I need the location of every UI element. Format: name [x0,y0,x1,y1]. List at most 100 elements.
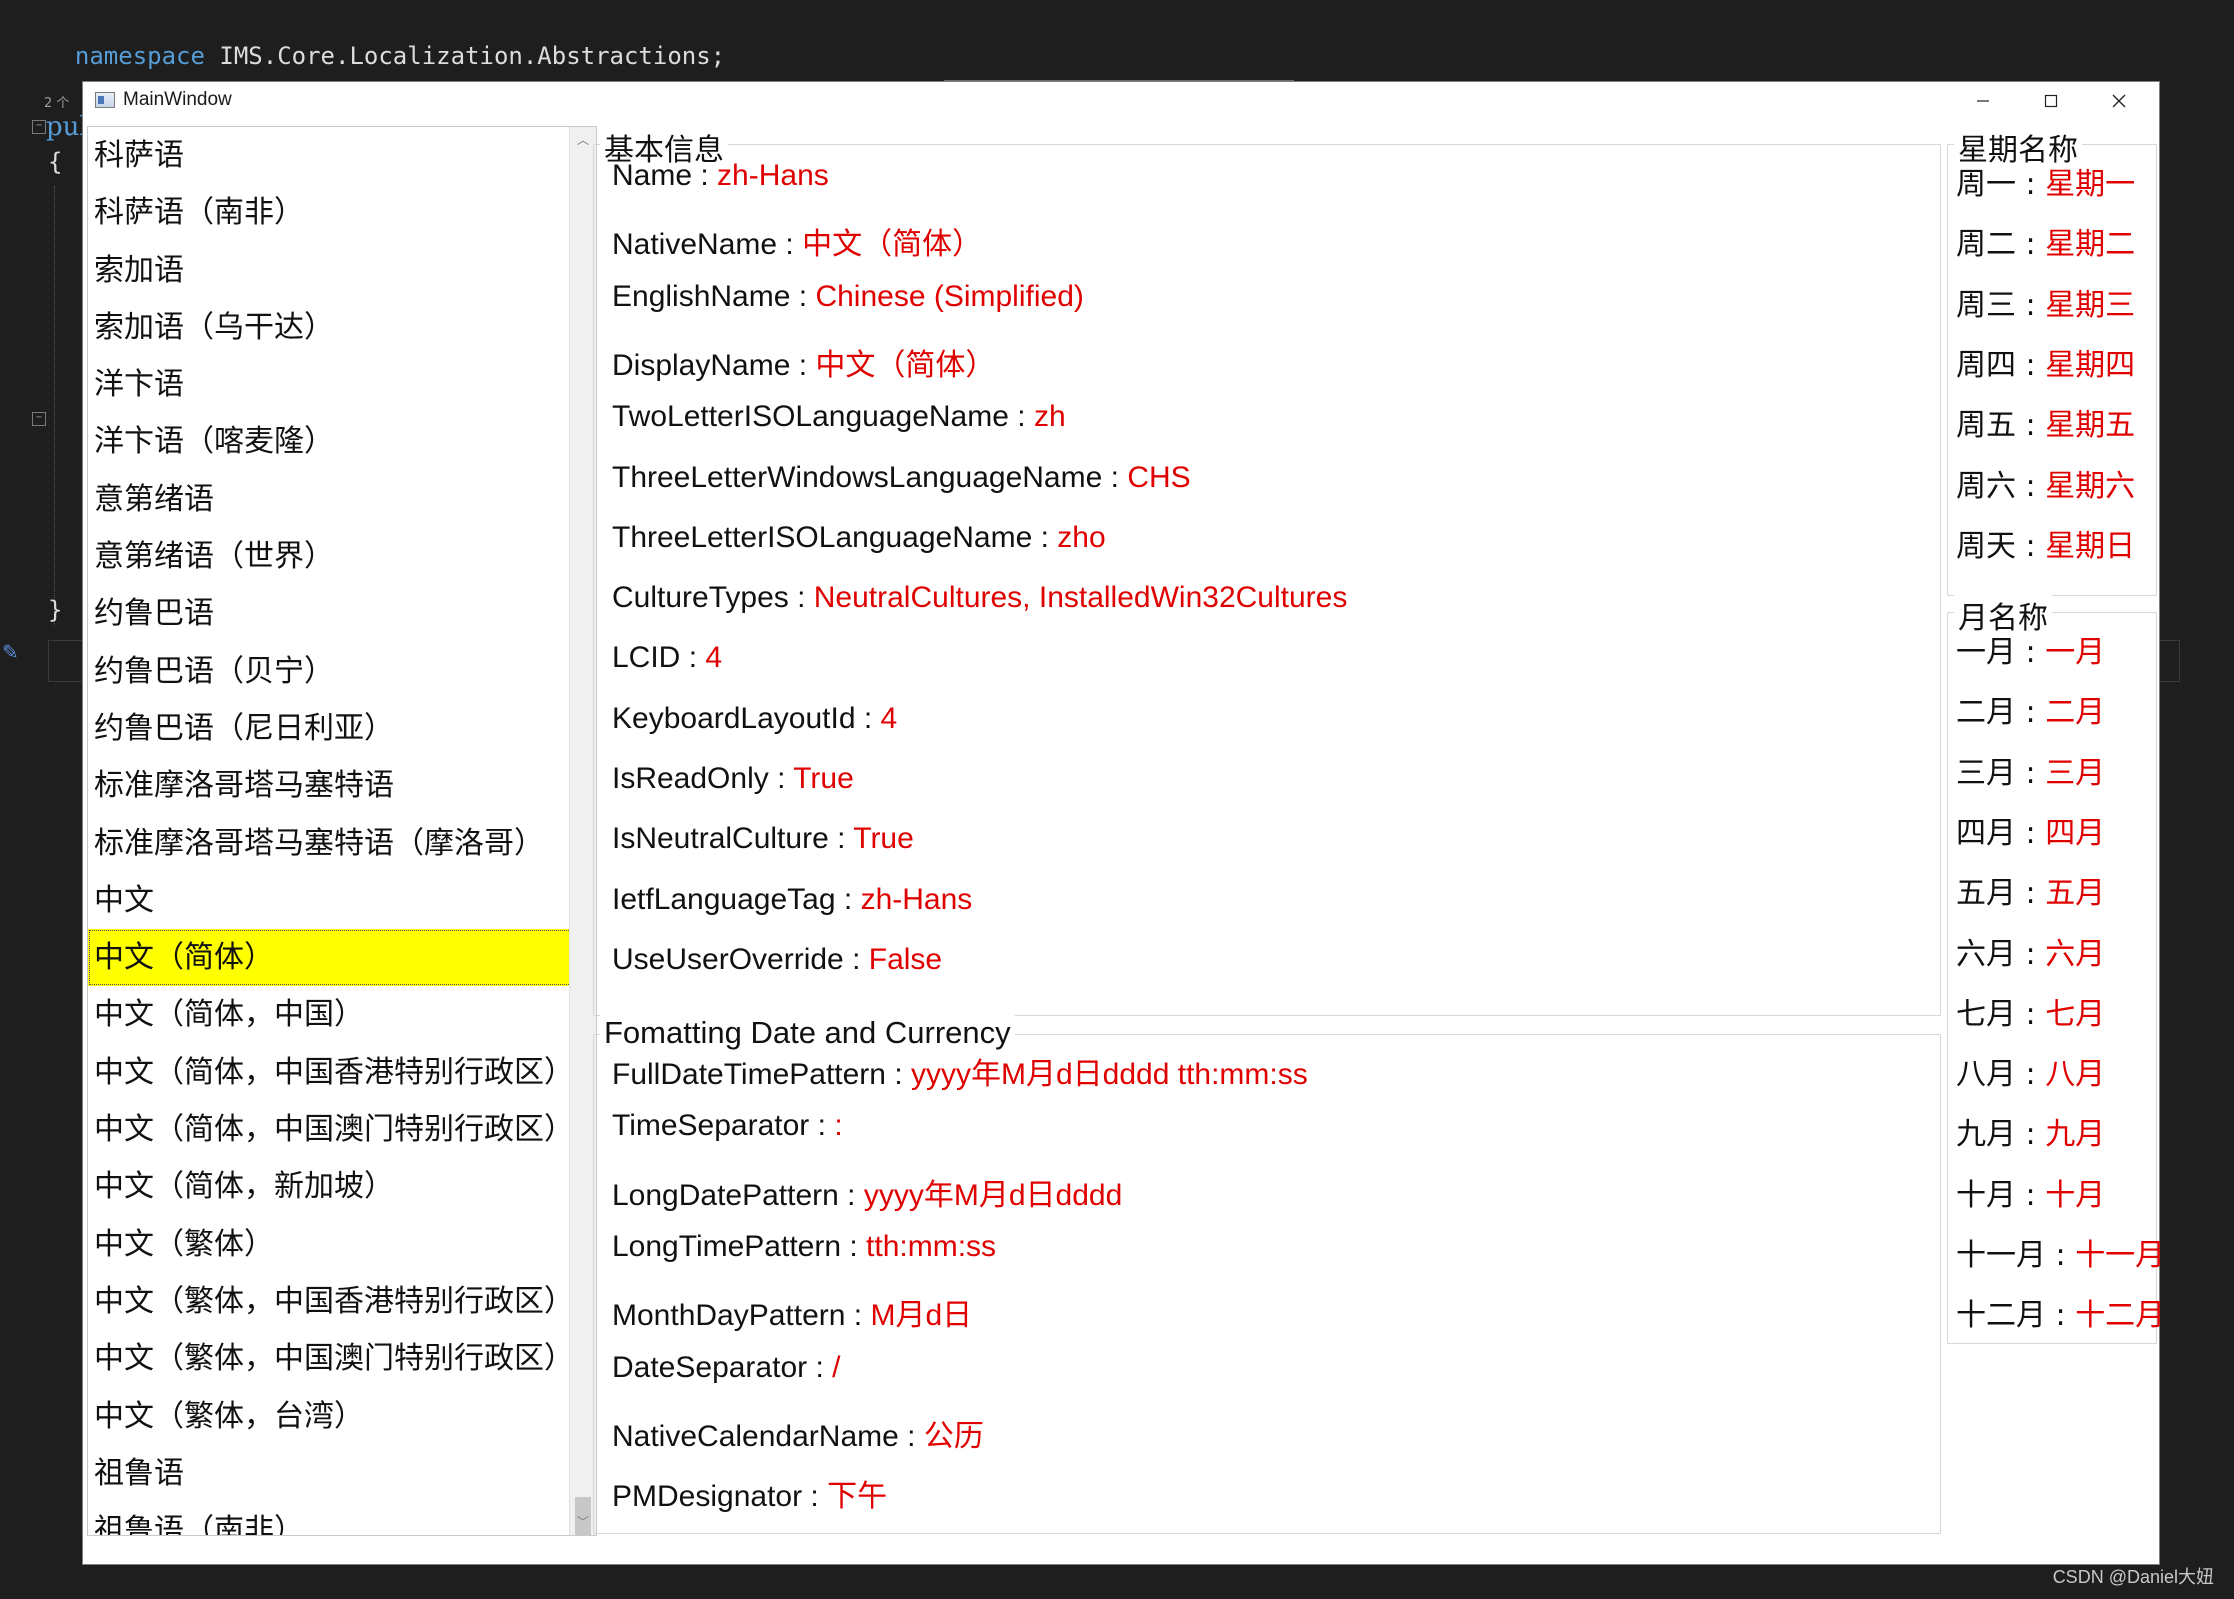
month-name-label: 八月 [1956,1057,2016,1093]
separator: : [809,1109,835,1143]
separator: : [2016,876,2046,912]
day-name-value: 星期一 [2045,167,2136,202]
title-bar[interactable]: MainWindow [83,82,2159,120]
separator: : [2016,468,2046,504]
culture-item[interactable]: 中文（繁体，中国香港特别行政区） [88,1273,596,1330]
month-names-group: 月名称 一月 : 一月 二月 : 二月 三月 : 三月 四月 : 四月 五月 : 五月六… [1947,593,2165,1344]
month-name-row: 五月 : 五月 [1956,868,2105,912]
basic-info-row: TwoLetterISOLanguageName : zh [612,400,1066,434]
culture-item[interactable]: 中文（繁体） [88,1216,596,1273]
day-name-row: 周三 : 星期三 [1956,280,2135,324]
day-name-label: 周二 [1956,227,2016,263]
close-button[interactable] [2085,82,2153,120]
namespace-keyword: namespace [74,42,205,70]
basic-info-row: IsReadOnly : True [612,762,854,796]
list-scrollbar[interactable]: ︿ ﹀ [569,127,596,1535]
month-name-row: 三月 : 三月 [1956,748,2105,792]
month-name-label: 十月 [1956,1177,2016,1213]
separator: : [1032,520,1058,554]
separator: : [802,1480,828,1514]
culture-item[interactable]: 科萨语（南非） [88,184,596,241]
culture-item[interactable]: 洋卞语（喀麦隆） [88,413,596,470]
month-name-row: 四月 : 四月 [1956,808,2105,852]
month-name-label: 十二月 [1956,1298,2046,1334]
basic-info-value: zho [1057,520,1106,554]
culture-item[interactable]: 中文 [88,872,596,929]
formatting-value: : [834,1109,843,1143]
close-brace: } [48,596,63,624]
culture-item[interactable]: 中文（简体，新加坡） [88,1158,596,1215]
culture-item[interactable]: 中文（简体，中国澳门特别行政区） [88,1101,596,1158]
culture-item[interactable]: 意第绪语 [88,471,596,528]
minimize-button[interactable] [1949,82,2017,120]
separator: : [1102,460,1128,494]
culture-item[interactable]: 标准摩洛哥塔马塞特语（摩洛哥） [88,815,596,872]
culture-item[interactable]: 中文（简体，中国香港特别行政区） [88,1044,596,1101]
culture-item[interactable]: 约鲁巴语 [88,585,596,642]
fold-collapse-icon[interactable]: − [32,120,46,134]
separator: : [838,1178,864,1212]
separator: : [2016,695,2046,731]
basic-info-label: DisplayName [612,348,791,382]
culture-item[interactable]: 祖鲁语 [88,1445,596,1502]
formatting-value: yyyy年M月d日dddd tth:mm:ss [911,1058,1308,1091]
month-name-value: 二月 [2045,695,2106,731]
separator: : [2016,1057,2046,1093]
culture-item[interactable]: 约鲁巴语（尼日利亚） [88,700,596,757]
basic-info-value: NeutralCultures, InstalledWin32Cultures [813,581,1348,615]
minimize-icon [1977,100,1989,102]
month-name-label: 九月 [1956,1117,2016,1153]
month-name-row: 十月 : 十月 [1956,1170,2105,1214]
culture-item[interactable]: 索加语 [88,242,596,299]
basic-info-row: ThreeLetterISOLanguageName : zho [612,521,1106,555]
culture-item-selected[interactable]: 中文（简体） [88,929,572,987]
formatting-label: FullDateTimePattern [612,1058,886,1091]
separator: : [2016,996,2046,1032]
month-name-value: 四月 [2045,815,2106,851]
culture-item[interactable]: 约鲁巴语（贝宁） [88,643,596,700]
fold-collapse-icon[interactable]: − [32,412,46,426]
culture-item[interactable]: 意第绪语（世界） [88,528,596,585]
basic-info-label: CultureTypes [612,581,789,615]
separator: : [2016,936,2046,972]
month-name-value: 十月 [2045,1177,2106,1213]
culture-item[interactable]: 索加语（乌干达） [88,299,596,356]
separator: : [828,822,854,856]
month-name-value: 七月 [2045,996,2106,1032]
basic-info-row: IetfLanguageTag : zh-Hans [612,883,972,917]
culture-item[interactable]: 标准摩洛哥塔马塞特语 [88,757,596,814]
day-names-group: 星期名称 周一 : 星期一 周二 : 星期二 周三 : 星期三 周四 : 星期四 周五 … [1947,125,2157,596]
basic-info-value: 4 [880,701,898,735]
culture-item[interactable]: 中文（简体，中国） [88,986,596,1043]
formatting-row: DateSeparator : / [612,1351,840,1385]
formatting-value: 公历 [923,1419,984,1453]
reference-count[interactable]: 2 个 [44,92,69,111]
basic-info-row: KeyboardLayoutId : 4 [612,702,897,736]
day-name-value: 星期二 [2045,227,2136,263]
month-name-row: 八月 : 八月 [1956,1049,2105,1093]
day-name-row: 周天 : 星期日 [1956,521,2135,565]
separator: : [777,228,803,262]
culture-item[interactable]: 科萨语 [88,127,596,184]
month-name-label: 四月 [1956,815,2016,851]
formatting-row: LongDatePattern : yyyy年M月d日dddd [612,1170,1122,1214]
separator: : [692,159,718,192]
culture-item[interactable]: 中文（繁体，台湾） [88,1388,596,1445]
basic-info-label: EnglishName [612,279,791,313]
basic-info-row: EnglishName : Chinese (Simplified) [612,280,1084,314]
basic-info-label: IsNeutralCulture [612,822,829,856]
culture-item[interactable]: 祖鲁语（南非） [88,1502,596,1535]
basic-info-value: 中文（简体） [815,348,996,382]
culture-listbox[interactable]: 科萨语 科萨语（南非） 索加语 索加语（乌干达） 洋卞语 洋卞语（喀麦隆） 意第绪语 意第绪语… [87,126,597,1536]
formatting-row: LongTimePattern : tth:mm:ss [612,1230,996,1264]
separator: : [855,701,881,735]
separator: : [2046,1298,2076,1334]
separator: : [1008,400,1034,434]
month-name-row: 九月 : 九月 [1956,1109,2105,1153]
maximize-button[interactable] [2017,82,2085,120]
app-window-icon[interactable] [95,92,115,108]
formatting-row: PMDesignator : 下午 [612,1471,887,1515]
culture-item[interactable]: 洋卞语 [88,356,596,413]
formatting-value: tth:mm:ss [866,1229,997,1263]
culture-item[interactable]: 中文（繁体，中国澳门特别行政区） [88,1330,596,1387]
